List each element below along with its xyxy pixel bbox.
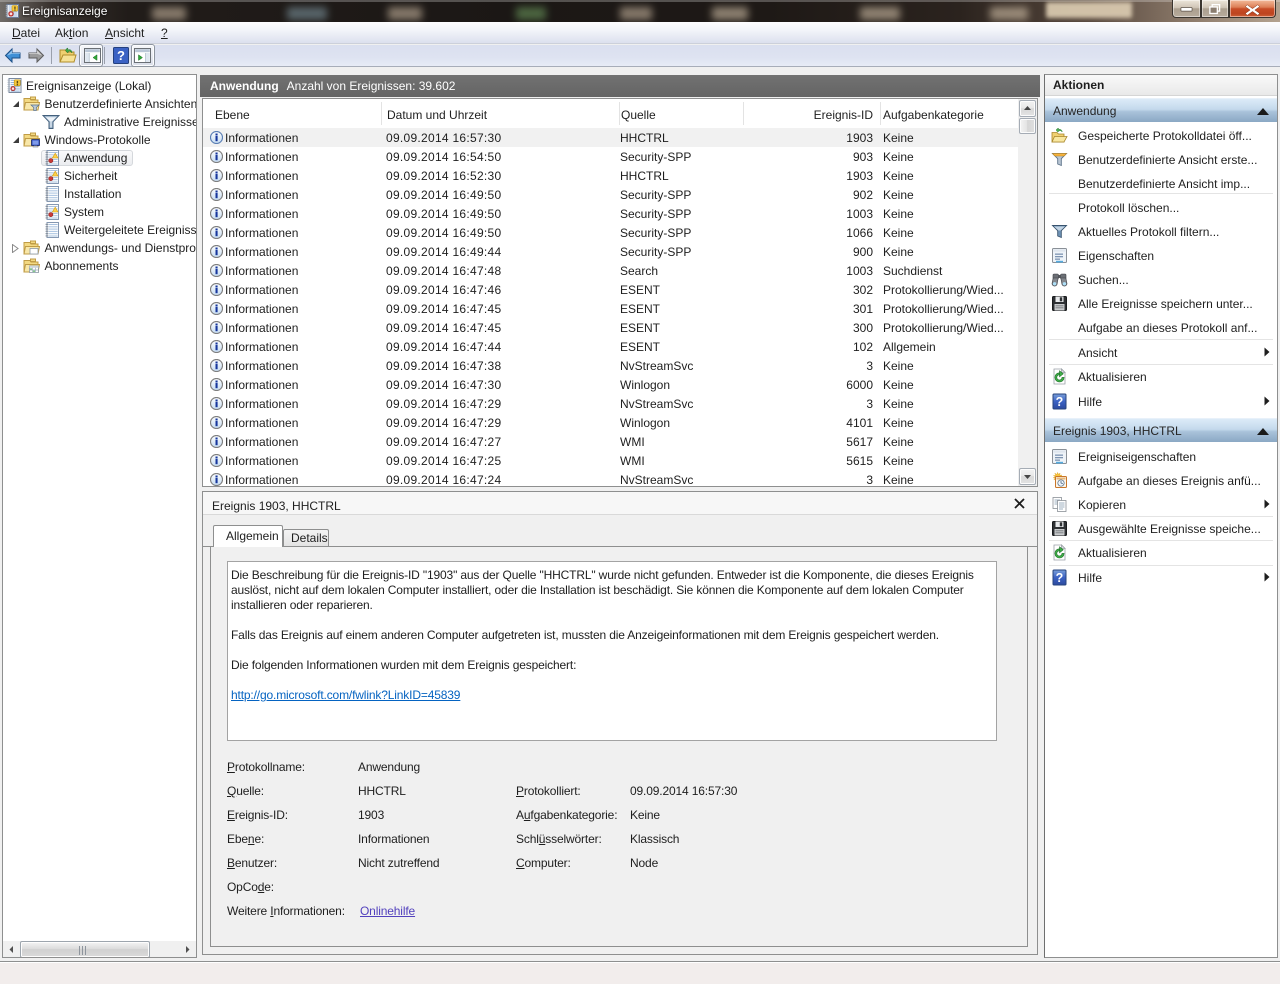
svg-text:?: ?	[1056, 571, 1064, 585]
svg-text:?: ?	[117, 48, 125, 63]
svg-text:?: ?	[1056, 395, 1064, 409]
